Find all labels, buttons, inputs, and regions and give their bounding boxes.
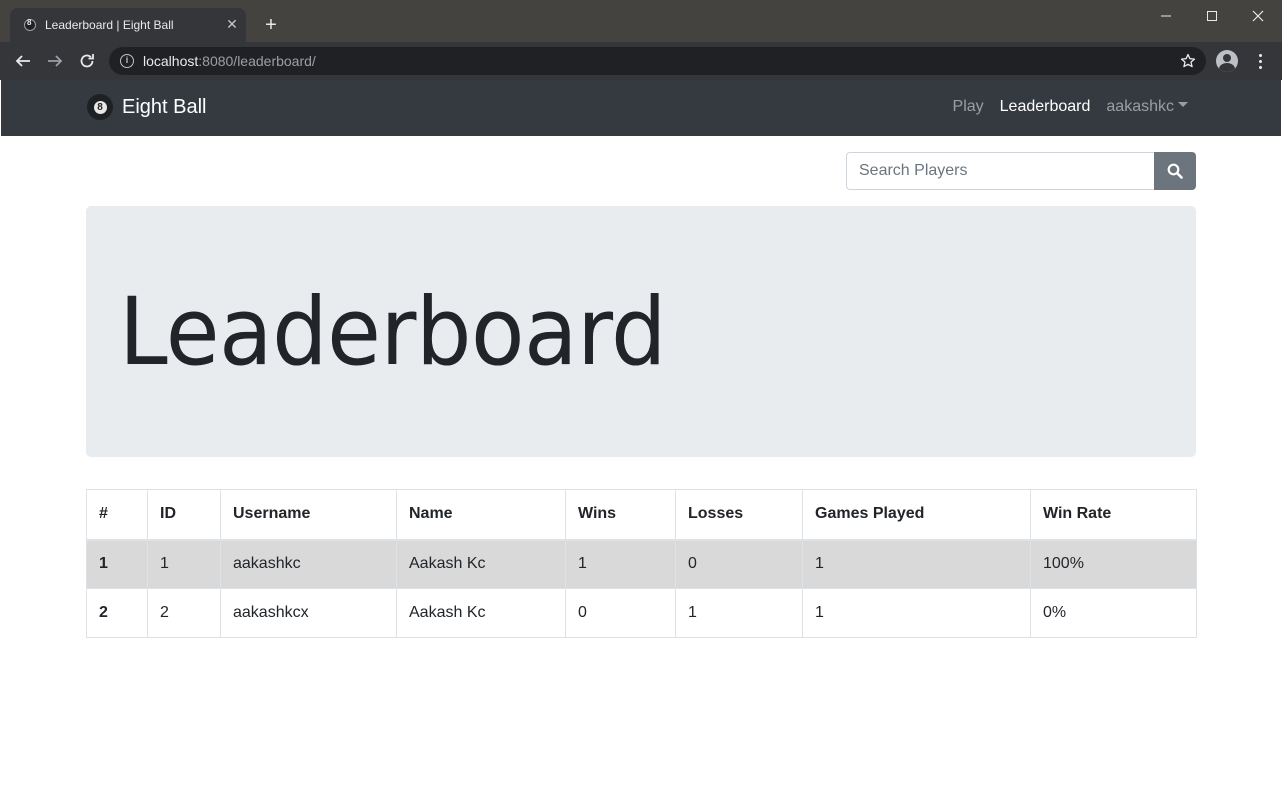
brand-link[interactable]: 8 Eight Ball (87, 94, 207, 120)
bookmark-star-icon[interactable] (1178, 51, 1198, 71)
browser-titlebar: Leaderboard | Eight Ball ✕ + (0, 0, 1282, 42)
profile-avatar-icon[interactable] (1216, 50, 1238, 72)
cell-name: Aakash Kc (396, 588, 566, 638)
cell-losses: 0 (675, 539, 803, 589)
cell-games-played: 1 (802, 539, 1031, 589)
search-button[interactable] (1154, 152, 1196, 190)
user-dropdown-label: aakashkc (1106, 98, 1174, 115)
page-title: Leaderboard (119, 278, 667, 387)
cell-wins: 0 (565, 588, 676, 638)
caret-down-icon (1178, 102, 1188, 108)
header-username: Username (220, 489, 397, 541)
jumbotron: Leaderboard (86, 206, 1196, 457)
table-row: 2 2 aakashkcx Aakash Kc 0 1 1 0% (86, 588, 1197, 638)
url-text[interactable]: localhost:8080/leaderboard/ (143, 53, 316, 69)
browser-menu-icon[interactable] (1250, 51, 1270, 71)
table-header-row: # ID Username Name Wins Losses Games Pla… (86, 489, 1197, 541)
tab-title: Leaderboard | Eight Ball (45, 18, 174, 32)
header-losses: Losses (675, 489, 803, 541)
cell-id: 1 (147, 539, 221, 589)
minimize-icon[interactable] (1143, 0, 1189, 32)
cell-username: aakashkc (220, 539, 397, 589)
back-arrow-icon[interactable] (9, 47, 37, 75)
leaderboard-table: # ID Username Name Wins Losses Games Pla… (86, 489, 1197, 638)
nav-links: Play Leaderboard aakashkc (953, 98, 1188, 116)
brand-name: Eight Ball (122, 95, 207, 118)
eight-ball-number: 8 (93, 100, 107, 114)
url-host: localhost (143, 53, 199, 69)
cell-losses: 1 (675, 588, 803, 638)
header-id: ID (147, 489, 221, 541)
url-path: :8080/leaderboard/ (198, 53, 316, 69)
cell-rank: 1 (86, 539, 148, 589)
reload-icon[interactable] (73, 47, 101, 75)
search-icon (1167, 163, 1183, 179)
nav-link-leaderboard[interactable]: Leaderboard (1000, 98, 1091, 116)
forward-arrow-icon[interactable] (41, 47, 69, 75)
nav-link-play[interactable]: Play (953, 98, 984, 116)
header-rank: # (86, 489, 148, 541)
leaderboard-table-container: # ID Username Name Wins Losses Games Pla… (86, 489, 1197, 638)
header-wins: Wins (565, 489, 676, 541)
tab-close-icon[interactable]: ✕ (224, 16, 240, 32)
user-dropdown[interactable]: aakashkc (1106, 98, 1188, 116)
address-bar[interactable]: i localhost:8080/leaderboard/ (109, 47, 1206, 75)
header-name: Name (396, 489, 566, 541)
search-input[interactable] (846, 152, 1155, 190)
cell-win-rate: 0% (1030, 588, 1197, 638)
player-search (846, 152, 1196, 190)
cell-games-played: 1 (802, 588, 1031, 638)
maximize-icon[interactable] (1189, 0, 1235, 32)
window-close-icon[interactable] (1235, 0, 1281, 32)
browser-toolbar: i localhost:8080/leaderboard/ (0, 42, 1282, 80)
eight-ball-favicon-icon (24, 18, 36, 31)
cell-wins: 1 (565, 539, 676, 589)
site-navbar: 8 Eight Ball Play Leaderboard aakashkc (1, 80, 1281, 136)
info-icon[interactable]: i (120, 54, 134, 68)
table-row: 1 1 aakashkc Aakash Kc 1 0 1 100% (86, 539, 1197, 589)
new-tab-icon[interactable]: + (259, 14, 283, 38)
browser-tab[interactable]: Leaderboard | Eight Ball ✕ (10, 8, 246, 42)
cell-win-rate: 100% (1030, 539, 1197, 589)
eight-ball-logo-icon: 8 (87, 94, 113, 120)
cell-id: 2 (147, 588, 221, 638)
cell-rank: 2 (86, 588, 148, 638)
cell-username: aakashkcx (220, 588, 397, 638)
header-win-rate: Win Rate (1030, 489, 1197, 541)
header-games-played: Games Played (802, 489, 1031, 541)
cell-name: Aakash Kc (396, 539, 566, 589)
